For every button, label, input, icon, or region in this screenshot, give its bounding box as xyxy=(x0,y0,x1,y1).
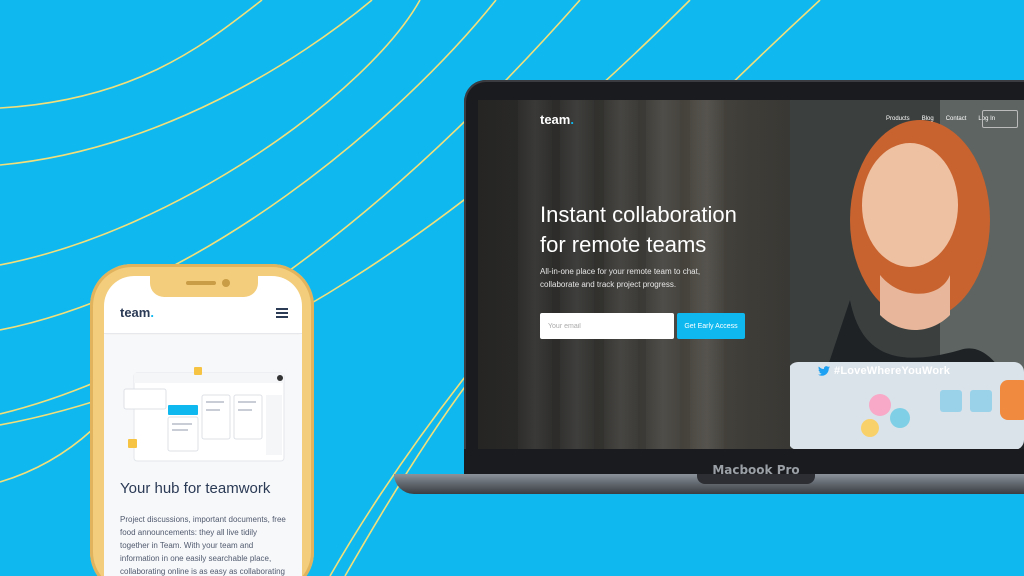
phone-speaker xyxy=(186,281,216,285)
hero-subtitle: All-in-one place for your remote team to… xyxy=(540,265,720,291)
nav-link-blog[interactable]: Blog xyxy=(922,116,934,122)
nav-link-products[interactable]: Products xyxy=(886,116,910,122)
laptop-hinge-notch xyxy=(697,474,815,484)
get-early-access-button[interactable]: Get Early Access xyxy=(677,313,745,339)
phone-paragraph: Project discussions, important documents… xyxy=(120,513,292,576)
photo-hashtag-sign: #LoveWhereYouWork xyxy=(834,365,951,377)
email-input[interactable] xyxy=(540,313,674,339)
phone-heading: Your hub for teamwork xyxy=(120,480,271,497)
hamburger-icon[interactable] xyxy=(276,308,288,320)
phone-paragraph-line: collaborating online is as easy as colla… xyxy=(120,567,285,576)
phone-logo-dot: . xyxy=(150,305,154,320)
phone-paragraph-line: information in one easily searchable pla… xyxy=(120,554,272,563)
site-logo-text: team xyxy=(540,112,571,127)
laptop-screen: #LoveWhereYouWork team. Products Blog Co… xyxy=(478,100,1024,449)
hero-subtitle-line: collaborate and track project progress. xyxy=(540,280,677,289)
hero-title: Instant collaboration for remote teams xyxy=(540,200,780,260)
hero-title-line: Instant collaboration xyxy=(540,202,737,227)
phone-logo-text: team xyxy=(120,305,151,320)
hero-subtitle-line: All-in-one place for your remote team to… xyxy=(540,267,701,276)
phone-paragraph-line: together in Team. With your team and xyxy=(120,541,254,550)
nav-link-contact[interactable]: Contact xyxy=(946,116,967,122)
phone-paragraph-line: Project discussions, important documents… xyxy=(120,515,286,524)
site-nav: Products Blog Contact Log In xyxy=(886,116,995,122)
phone-logo[interactable]: team. xyxy=(120,305,154,320)
hero-title-line: for remote teams xyxy=(540,232,707,257)
phone-camera-icon xyxy=(222,279,230,287)
twitter-icon xyxy=(818,366,830,376)
site-logo[interactable]: team. xyxy=(540,112,574,127)
phone-notch xyxy=(150,273,258,297)
nav-signup-button[interactable] xyxy=(982,110,1018,128)
phone-paragraph-line: food announcements: they all live tidily xyxy=(120,528,257,537)
phone-screen: team. Your hub for teamwork Project disc… xyxy=(104,276,302,576)
site-logo-dot: . xyxy=(570,112,574,127)
hero-photo-woman xyxy=(790,100,1024,449)
app-preview-illustration xyxy=(123,367,285,462)
phone-content: Your hub for teamwork Project discussion… xyxy=(104,335,302,576)
